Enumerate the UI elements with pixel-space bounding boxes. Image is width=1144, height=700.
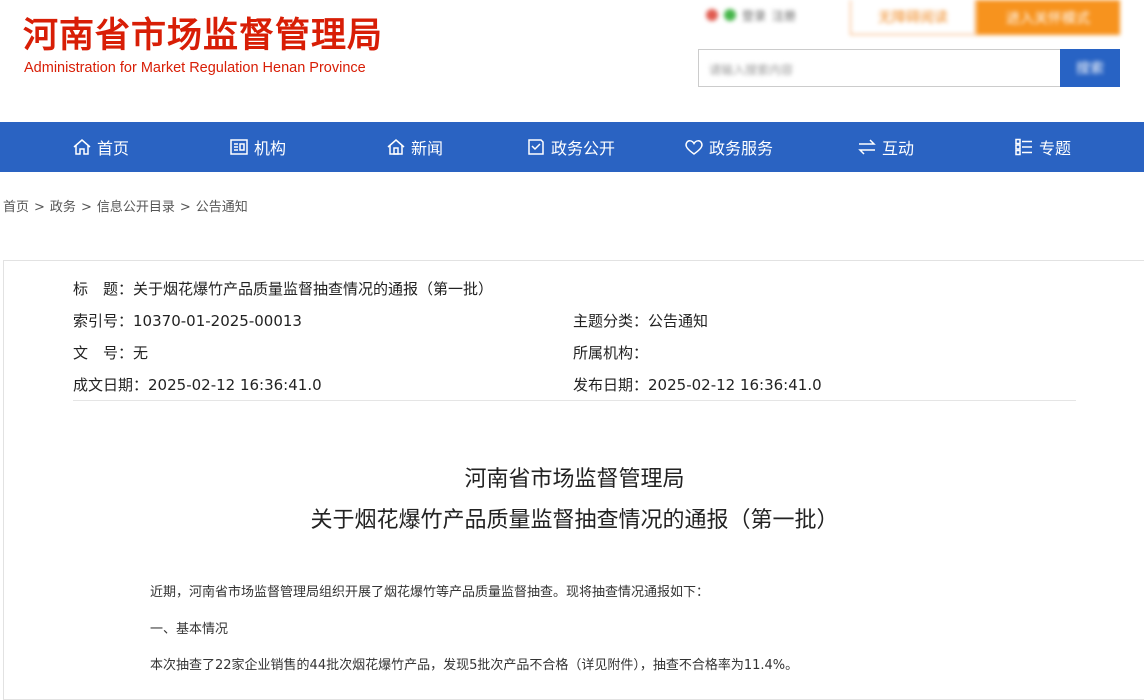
search-button[interactable]: 搜索: [1060, 49, 1120, 87]
top-tools: 登录 注册: [706, 4, 796, 26]
search-placeholder: 请输入搜索内容: [709, 63, 794, 77]
nav-item-news[interactable]: 新闻: [386, 122, 443, 172]
breadcrumb-separator: >: [80, 200, 92, 215]
meta-index-label: 索引号：: [73, 312, 134, 330]
breadcrumb: 首页 > 政务 > 信息公开目录 > 公告通知: [3, 196, 248, 215]
breadcrumb-notice[interactable]: 公告通知: [196, 196, 248, 215]
meta-index-value: 10370-01-2025-00013: [133, 312, 302, 330]
nav-label: 政务公开: [551, 139, 616, 158]
meta-written-label: 成文日期：: [73, 376, 149, 394]
meta-written-date: 成文日期：2025-02-12 16:36:41.0: [73, 374, 322, 395]
article-title-line1: 河南省市场监督管理局: [464, 467, 685, 492]
meta-title: 标 题：关于烟花爆竹产品质量监督抽查情况的通报（第一批）: [73, 278, 493, 299]
article-title-line2: 关于烟花爆竹产品质量监督抽查情况的通报（第一批）: [310, 508, 839, 533]
nav-label: 机构: [254, 139, 287, 158]
org-icon: [230, 139, 248, 155]
weibo-icon[interactable]: [706, 9, 718, 21]
main-nav: 首页 机构 新闻 政务公开 政务服务 互动 专题: [0, 122, 1144, 172]
site-header: 河南省市场监督管理局 Administration for Market Reg…: [0, 0, 1144, 122]
meta-title-value: 关于烟花爆竹产品质量监督抽查情况的通报（第一批）: [133, 280, 494, 298]
topic-icon: [1015, 138, 1032, 156]
nav-item-home[interactable]: 首页: [72, 122, 129, 172]
breadcrumb-home[interactable]: 首页: [3, 196, 29, 215]
nav-item-interact[interactable]: 互动: [857, 122, 914, 172]
wechat-icon[interactable]: [724, 9, 736, 21]
home-icon: [73, 139, 91, 155]
nav-item-open-gov[interactable]: 政务公开: [526, 122, 615, 172]
site-logo-subtitle: Administration for Market Regulation Hen…: [24, 60, 366, 76]
meta-docno-label: 文 号：: [73, 344, 134, 362]
meta-published-value: 2025-02-12 16:36:41.0: [648, 376, 822, 394]
breadcrumb-catalog[interactable]: 信息公开目录: [97, 196, 175, 215]
heart-icon: [685, 140, 703, 155]
login-link[interactable]: 登录: [742, 7, 766, 24]
nav-label: 专题: [1039, 139, 1072, 158]
interact-icon: [858, 139, 876, 155]
meta-docno: 文 号：无: [73, 342, 148, 363]
nav-item-service[interactable]: 政务服务: [684, 122, 773, 172]
meta-published-date: 发布日期：2025-02-12 16:36:41.0: [573, 374, 822, 395]
article-paragraph: 近期，河南省市场监督管理局组织开展了烟花爆竹等产品质量监督抽查。现将抽查情况通报…: [150, 585, 710, 600]
news-icon: [387, 139, 405, 155]
site-logo-title[interactable]: 河南省市场监督管理局: [23, 12, 383, 60]
meta-org: 所属机构：: [573, 342, 648, 363]
breadcrumb-gov[interactable]: 政务: [50, 196, 76, 215]
accessibility-button[interactable]: 无障碍阅读: [850, 0, 976, 35]
nav-item-org[interactable]: 机构: [229, 122, 286, 172]
search-button-label: 搜索: [1076, 61, 1104, 77]
breadcrumb-separator: >: [179, 200, 191, 215]
nav-label: 新闻: [411, 139, 444, 158]
meta-category-label: 主题分类：: [573, 312, 649, 330]
meta-title-label: 标 题：: [73, 280, 134, 298]
article-paragraph: 本次抽查了22家企业销售的44批次烟花爆竹产品，发现5批次产品不合格（详见附件）…: [150, 658, 799, 673]
nav-label: 政务服务: [709, 139, 774, 158]
nav-label: 互动: [882, 139, 915, 158]
article-panel: 标 题：关于烟花爆竹产品质量监督抽查情况的通报（第一批） 索引号：10370-0…: [3, 260, 1144, 700]
meta-written-value: 2025-02-12 16:36:41.0: [148, 376, 322, 394]
meta-category-value: 公告通知: [648, 312, 709, 330]
elder-mode-button[interactable]: 进入关怀模式: [976, 0, 1120, 35]
meta-docno-value: 无: [133, 344, 149, 362]
meta-published-label: 发布日期：: [573, 376, 649, 394]
search-input[interactable]: 请输入搜索内容: [698, 49, 1060, 87]
nav-item-topic[interactable]: 专题: [1014, 122, 1071, 172]
register-link[interactable]: 注册: [772, 7, 796, 24]
meta-divider: [73, 400, 1076, 401]
article-section-heading: 一、基本情况: [150, 622, 229, 637]
meta-index: 索引号：10370-01-2025-00013: [73, 310, 302, 331]
meta-org-label: 所属机构：: [573, 344, 649, 362]
meta-category: 主题分类：公告通知: [573, 310, 708, 331]
nav-label: 首页: [97, 139, 130, 158]
breadcrumb-separator: >: [34, 200, 45, 215]
open-gov-icon: [528, 139, 544, 155]
